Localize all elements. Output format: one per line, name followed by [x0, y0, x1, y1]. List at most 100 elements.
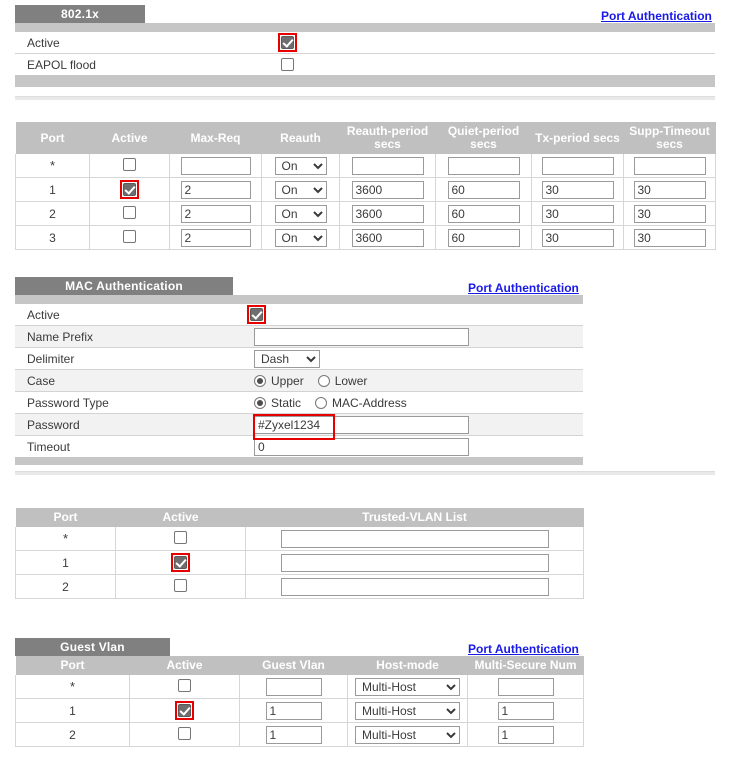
guest-vlan-cell	[240, 723, 348, 747]
reauth-select[interactable]: On	[275, 157, 327, 175]
port-active-checkbox[interactable]	[123, 183, 136, 196]
port-authentication-link-mac[interactable]: Port Authentication	[468, 281, 579, 295]
port-active-highlight	[120, 180, 139, 199]
mac-auth-delimiter-row: Delimiter Dash	[15, 348, 583, 370]
trusted-vlan-active-checkbox[interactable]	[174, 531, 187, 544]
col-active: Active	[130, 656, 240, 675]
table-row: * Multi-Host	[16, 675, 584, 699]
reauth-select[interactable]: On	[275, 229, 327, 247]
password-type-mac-address-option[interactable]: MAC-Address	[315, 396, 407, 410]
radio-static[interactable]	[254, 397, 266, 409]
col-tx-period: Tx-period secs	[532, 122, 624, 154]
reauth-cell: On	[262, 178, 340, 202]
supp-timeout-input[interactable]	[634, 157, 706, 175]
trusted-vlan-list-input[interactable]	[281, 578, 549, 596]
mac-auth-name-prefix-label: Name Prefix	[15, 330, 254, 344]
reauth-period-input[interactable]	[352, 181, 424, 199]
active-cell	[90, 226, 170, 250]
reauth-select[interactable]: On	[275, 181, 327, 199]
supp-timeout-input[interactable]	[634, 181, 706, 199]
active-cell	[90, 202, 170, 226]
max-req-cell	[170, 202, 262, 226]
quiet-period-input[interactable]	[448, 229, 520, 247]
dot1x-eapol-flood-checkbox[interactable]	[281, 58, 294, 71]
mac-auth-password-type-label: Password Type	[15, 396, 254, 410]
reauth-period-input[interactable]	[352, 205, 424, 223]
host-mode-select[interactable]: Multi-Host	[355, 702, 460, 720]
tx-period-input[interactable]	[542, 229, 614, 247]
active-cell	[90, 178, 170, 202]
guest-vlan-active-checkbox[interactable]	[178, 679, 191, 692]
password-type-static-option[interactable]: Static	[254, 396, 301, 410]
guest-vlan-cell	[240, 699, 348, 723]
case-upper-option[interactable]: Upper	[254, 374, 304, 388]
dot1x-eapol-flood-row: EAPOL flood	[15, 54, 715, 75]
reauth-period-input[interactable]	[352, 229, 424, 247]
port-authentication-link-dot1x[interactable]: Port Authentication	[601, 9, 712, 23]
reauth-period-cell	[340, 178, 436, 202]
port-active-checkbox[interactable]	[123, 206, 136, 219]
reauth-select[interactable]: On	[275, 205, 327, 223]
dot1x-active-checkbox[interactable]	[281, 36, 294, 49]
max-req-input[interactable]	[181, 181, 251, 199]
guest-vlan-input[interactable]	[266, 678, 322, 696]
max-req-input[interactable]	[181, 157, 251, 175]
mac-auth-active-row: Active	[15, 304, 583, 326]
delimiter-select[interactable]: Dash	[254, 350, 320, 368]
multi-secure-num-cell	[468, 675, 584, 699]
host-mode-select[interactable]: Multi-Host	[355, 726, 460, 744]
quiet-period-cell	[436, 178, 532, 202]
radio-upper[interactable]	[254, 375, 266, 387]
mac-auth-password-label: Password	[15, 418, 254, 432]
tx-period-input[interactable]	[542, 181, 614, 199]
port-authentication-link-guest-vlan[interactable]: Port Authentication	[468, 642, 579, 656]
supp-timeout-input[interactable]	[634, 205, 706, 223]
tx-period-input[interactable]	[542, 205, 614, 223]
guest-vlan-active-checkbox[interactable]	[178, 704, 191, 717]
host-mode-select[interactable]: Multi-Host	[355, 678, 460, 696]
quiet-period-input[interactable]	[448, 157, 520, 175]
case-upper-label: Upper	[271, 374, 304, 388]
timeout-input[interactable]	[254, 438, 469, 456]
port-active-checkbox[interactable]	[123, 158, 136, 171]
case-lower-option[interactable]: Lower	[318, 374, 368, 388]
port-active-checkbox[interactable]	[123, 230, 136, 243]
supp-timeout-cell	[624, 202, 716, 226]
active-cell	[130, 675, 240, 699]
tx-period-input[interactable]	[542, 157, 614, 175]
wildcard-label: *	[63, 531, 68, 546]
port-cell: 1	[16, 699, 130, 723]
quiet-period-input[interactable]	[448, 205, 520, 223]
name-prefix-input[interactable]	[254, 328, 469, 346]
supp-timeout-cell	[624, 226, 716, 250]
mac-auth-active-checkbox[interactable]	[250, 308, 263, 321]
max-req-cell	[170, 154, 262, 178]
max-req-input[interactable]	[181, 205, 251, 223]
mac-auth-password-type-row: Password Type Static MAC-Address	[15, 392, 583, 414]
quiet-period-input[interactable]	[448, 181, 520, 199]
quiet-period-cell	[436, 154, 532, 178]
trusted-vlan-active-checkbox[interactable]	[174, 579, 187, 592]
mac-auth-form-panel: Active Name Prefix Delimiter Dash Case	[15, 295, 583, 465]
guest-vlan-input[interactable]	[266, 726, 322, 744]
radio-lower[interactable]	[318, 375, 330, 387]
trusted-vlan-list-input[interactable]	[281, 554, 549, 572]
mac-auth-case-label: Case	[15, 374, 254, 388]
radio-mac-address[interactable]	[315, 397, 327, 409]
multi-secure-num-input[interactable]	[498, 726, 554, 744]
password-input[interactable]	[254, 416, 469, 434]
guest-vlan-active-checkbox[interactable]	[178, 727, 191, 740]
wildcard-label: *	[50, 158, 55, 173]
max-req-input[interactable]	[181, 229, 251, 247]
guest-vlan-tab-title: Guest Vlan	[15, 638, 170, 656]
guest-vlan-input[interactable]	[266, 702, 322, 720]
multi-secure-num-input[interactable]	[498, 678, 554, 696]
multi-secure-num-input[interactable]	[498, 702, 554, 720]
trusted-vlan-list-input[interactable]	[281, 530, 549, 548]
reauth-period-input[interactable]	[352, 157, 424, 175]
mac-auth-delimiter-field: Dash	[254, 350, 320, 368]
table-row: 3 On	[16, 226, 716, 250]
trusted-vlan-active-checkbox[interactable]	[174, 556, 187, 569]
supp-timeout-input[interactable]	[634, 229, 706, 247]
guest-vlan-cell	[240, 675, 348, 699]
